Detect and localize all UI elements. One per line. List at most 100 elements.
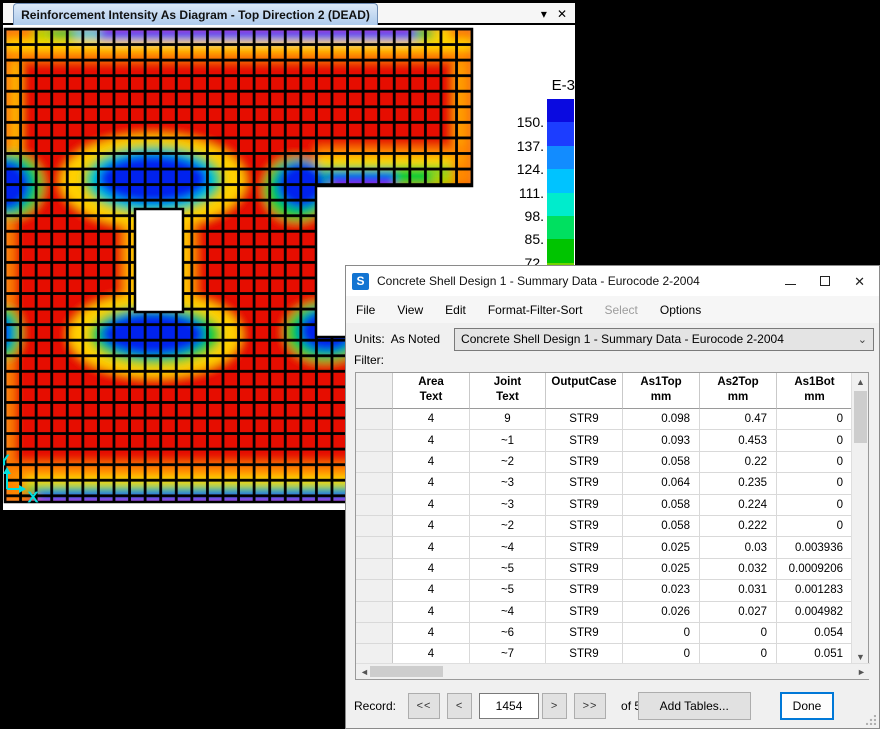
table-cell[interactable]: 4: [393, 516, 470, 537]
horizontal-scroll-thumb[interactable]: [370, 666, 443, 677]
next-record-button[interactable]: >: [542, 693, 567, 719]
table-cell[interactable]: 0: [777, 516, 853, 537]
table-cell[interactable]: ~4: [470, 537, 546, 558]
table-cell[interactable]: 4: [393, 580, 470, 601]
column-header[interactable]: As1Topmm: [623, 373, 700, 409]
done-button[interactable]: Done: [780, 692, 834, 720]
table-cell[interactable]: STR9: [546, 473, 623, 494]
table-cell[interactable]: STR9: [546, 516, 623, 537]
row-selector-cell[interactable]: [356, 623, 393, 644]
column-header[interactable]: As1Botmm: [777, 373, 853, 409]
menu-view[interactable]: View: [397, 303, 423, 317]
table-cell[interactable]: 0.22: [700, 452, 777, 473]
resize-grip[interactable]: [866, 715, 876, 725]
menu-options[interactable]: Options: [660, 303, 701, 317]
scroll-right-icon[interactable]: ►: [853, 664, 870, 679]
table-cell[interactable]: 0.025: [623, 537, 700, 558]
table-cell[interactable]: 0.004982: [777, 602, 853, 623]
table-cell[interactable]: 0.058: [623, 516, 700, 537]
table-cell[interactable]: ~5: [470, 559, 546, 580]
row-selector-cell[interactable]: [356, 559, 393, 580]
table-cell[interactable]: 0: [623, 623, 700, 644]
table-cell[interactable]: 0.064: [623, 473, 700, 494]
table-cell[interactable]: ~3: [470, 495, 546, 516]
table-cell[interactable]: 0.026: [623, 602, 700, 623]
row-selector-cell[interactable]: [356, 473, 393, 494]
table-cell[interactable]: 0.058: [623, 495, 700, 516]
table-cell[interactable]: 4: [393, 559, 470, 580]
table-cell[interactable]: ~2: [470, 452, 546, 473]
table-cell[interactable]: 0.023: [623, 580, 700, 601]
row-selector-cell[interactable]: [356, 430, 393, 451]
table-cell[interactable]: 0.03: [700, 537, 777, 558]
add-tables-button[interactable]: Add Tables...: [638, 692, 751, 720]
table-cell[interactable]: 0.058: [623, 452, 700, 473]
table-cell[interactable]: ~1: [470, 430, 546, 451]
record-number-input[interactable]: [479, 693, 539, 719]
table-cell[interactable]: STR9: [546, 559, 623, 580]
column-header[interactable]: As2Topmm: [700, 373, 777, 409]
table-cell[interactable]: 0.224: [700, 495, 777, 516]
window-close-icon[interactable]: ✕: [557, 8, 567, 20]
table-cell[interactable]: 0: [777, 452, 853, 473]
table-cell[interactable]: 0.054: [777, 623, 853, 644]
window-menu-arrow-icon[interactable]: ▾: [541, 8, 547, 20]
column-header[interactable]: OutputCase: [546, 373, 623, 409]
table-cell[interactable]: 0.453: [700, 430, 777, 451]
table-cell[interactable]: 4: [393, 623, 470, 644]
row-selector-cell[interactable]: [356, 537, 393, 558]
menu-file[interactable]: File: [356, 303, 375, 317]
menu-edit[interactable]: Edit: [445, 303, 466, 317]
row-selector-cell[interactable]: [356, 580, 393, 601]
horizontal-scrollbar[interactable]: ◄ ►: [356, 663, 870, 679]
table-cell[interactable]: 9: [470, 409, 546, 430]
column-header[interactable]: AreaText: [393, 373, 470, 409]
row-selector-cell[interactable]: [356, 602, 393, 623]
table-cell[interactable]: STR9: [546, 537, 623, 558]
table-cell[interactable]: 4: [393, 537, 470, 558]
table-cell[interactable]: ~3: [470, 473, 546, 494]
table-cell[interactable]: STR9: [546, 580, 623, 601]
table-cell[interactable]: 4: [393, 495, 470, 516]
table-cell[interactable]: 4: [393, 430, 470, 451]
row-selector-cell[interactable]: [356, 452, 393, 473]
scroll-up-icon[interactable]: ▲: [852, 373, 869, 390]
close-icon[interactable]: ✕: [854, 275, 865, 288]
minimize-icon[interactable]: [785, 284, 796, 285]
table-cell[interactable]: 0.025: [623, 559, 700, 580]
column-header[interactable]: JointText: [470, 373, 546, 409]
row-selector-cell[interactable]: [356, 409, 393, 430]
table-cell[interactable]: ~2: [470, 516, 546, 537]
table-cell[interactable]: STR9: [546, 430, 623, 451]
table-selector-dropdown[interactable]: Concrete Shell Design 1 - Summary Data -…: [454, 328, 874, 351]
table-cell[interactable]: 4: [393, 452, 470, 473]
vertical-scroll-thumb[interactable]: [854, 391, 867, 443]
table-cell[interactable]: 0: [777, 430, 853, 451]
table-cell[interactable]: 0.027: [700, 602, 777, 623]
table-cell[interactable]: 0.001283: [777, 580, 853, 601]
table-cell[interactable]: STR9: [546, 452, 623, 473]
table-cell[interactable]: 4: [393, 602, 470, 623]
menu-format-filter-sort[interactable]: Format-Filter-Sort: [488, 303, 583, 317]
last-record-button[interactable]: >>: [574, 693, 606, 719]
previous-record-button[interactable]: <: [447, 693, 472, 719]
table-cell[interactable]: 0.47: [700, 409, 777, 430]
table-cell[interactable]: 0: [777, 495, 853, 516]
table-cell[interactable]: STR9: [546, 602, 623, 623]
table-cell[interactable]: STR9: [546, 623, 623, 644]
table-cell[interactable]: ~4: [470, 602, 546, 623]
table-cell[interactable]: 0.222: [700, 516, 777, 537]
table-cell[interactable]: 0.003936: [777, 537, 853, 558]
table-cell[interactable]: STR9: [546, 495, 623, 516]
table-cell[interactable]: 0: [700, 623, 777, 644]
table-cell[interactable]: 4: [393, 409, 470, 430]
table-cell[interactable]: 0: [777, 409, 853, 430]
table-cell[interactable]: ~5: [470, 580, 546, 601]
table-cell[interactable]: ~6: [470, 623, 546, 644]
table-cell[interactable]: 0.093: [623, 430, 700, 451]
row-selector-cell[interactable]: [356, 516, 393, 537]
diagram-window-tab[interactable]: Reinforcement Intensity As Diagram - Top…: [13, 3, 378, 25]
table-cell[interactable]: 0.098: [623, 409, 700, 430]
first-record-button[interactable]: <<: [408, 693, 440, 719]
vertical-scrollbar[interactable]: ▲ ▼: [851, 373, 868, 665]
